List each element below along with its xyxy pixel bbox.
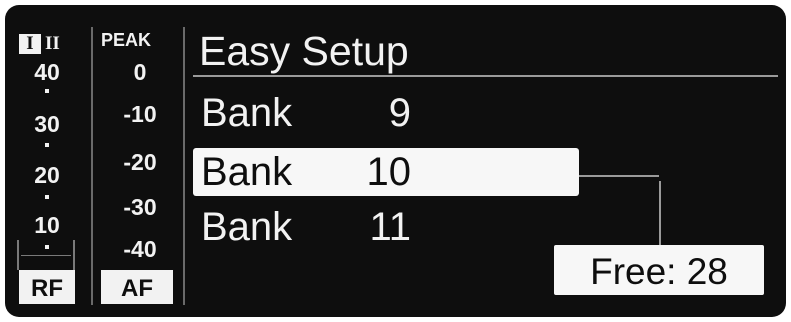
menu-item-value: 11 xyxy=(369,205,411,249)
menu-item-label: Bank xyxy=(201,91,293,135)
rf-scale-tick xyxy=(45,143,49,147)
rf-scale-label: 40 xyxy=(34,59,60,85)
menu-item-bank-11[interactable]: Bank 11 xyxy=(193,203,579,251)
menu-item-value: 10 xyxy=(366,150,412,194)
column-divider xyxy=(91,27,93,305)
channel-1-indicator: I xyxy=(19,34,41,54)
af-scale-label: -20 xyxy=(123,149,157,175)
menu-title: Easy Setup xyxy=(199,28,409,74)
rf-scale-label: 20 xyxy=(34,162,60,188)
af-label: AF xyxy=(101,270,173,304)
rf-scale-label: 10 xyxy=(34,212,60,238)
free-channels-info: Free: 28 xyxy=(554,245,764,295)
menu-item-label: Bank xyxy=(201,205,293,249)
rf-channel-indicator: I II xyxy=(19,33,60,55)
af-scale-label: -10 xyxy=(123,101,157,127)
rf-scale-tick xyxy=(45,89,49,93)
column-divider xyxy=(183,27,185,305)
menu-item-bank-10[interactable]: Bank 10 xyxy=(193,148,579,196)
connector-line xyxy=(579,175,659,177)
af-scale-label: -30 xyxy=(123,194,157,220)
title-divider xyxy=(193,75,778,77)
rf-meter-baseline xyxy=(21,255,71,256)
af-scale-label: -40 xyxy=(123,236,157,262)
channel-2-indicator: II xyxy=(45,33,60,54)
rf-scale-tick xyxy=(45,195,49,199)
menu-item-value: 9 xyxy=(388,91,411,135)
af-scale-label: 0 xyxy=(133,59,147,85)
rf-scale-label: 30 xyxy=(34,111,60,137)
rf-meter-bar-left xyxy=(17,240,19,270)
menu-item-label: Bank xyxy=(201,150,293,194)
rf-meter-bar-right xyxy=(73,240,75,270)
connector-line xyxy=(659,181,661,245)
rf-label: RF xyxy=(19,270,75,304)
menu-item-bank-9[interactable]: Bank 9 xyxy=(193,89,579,137)
receiver-display: I II 40 30 20 10 RF PEAK 0 -10 -20 -30 -… xyxy=(5,5,786,317)
rf-scale-tick xyxy=(45,245,49,249)
peak-label: PEAK xyxy=(101,30,152,50)
